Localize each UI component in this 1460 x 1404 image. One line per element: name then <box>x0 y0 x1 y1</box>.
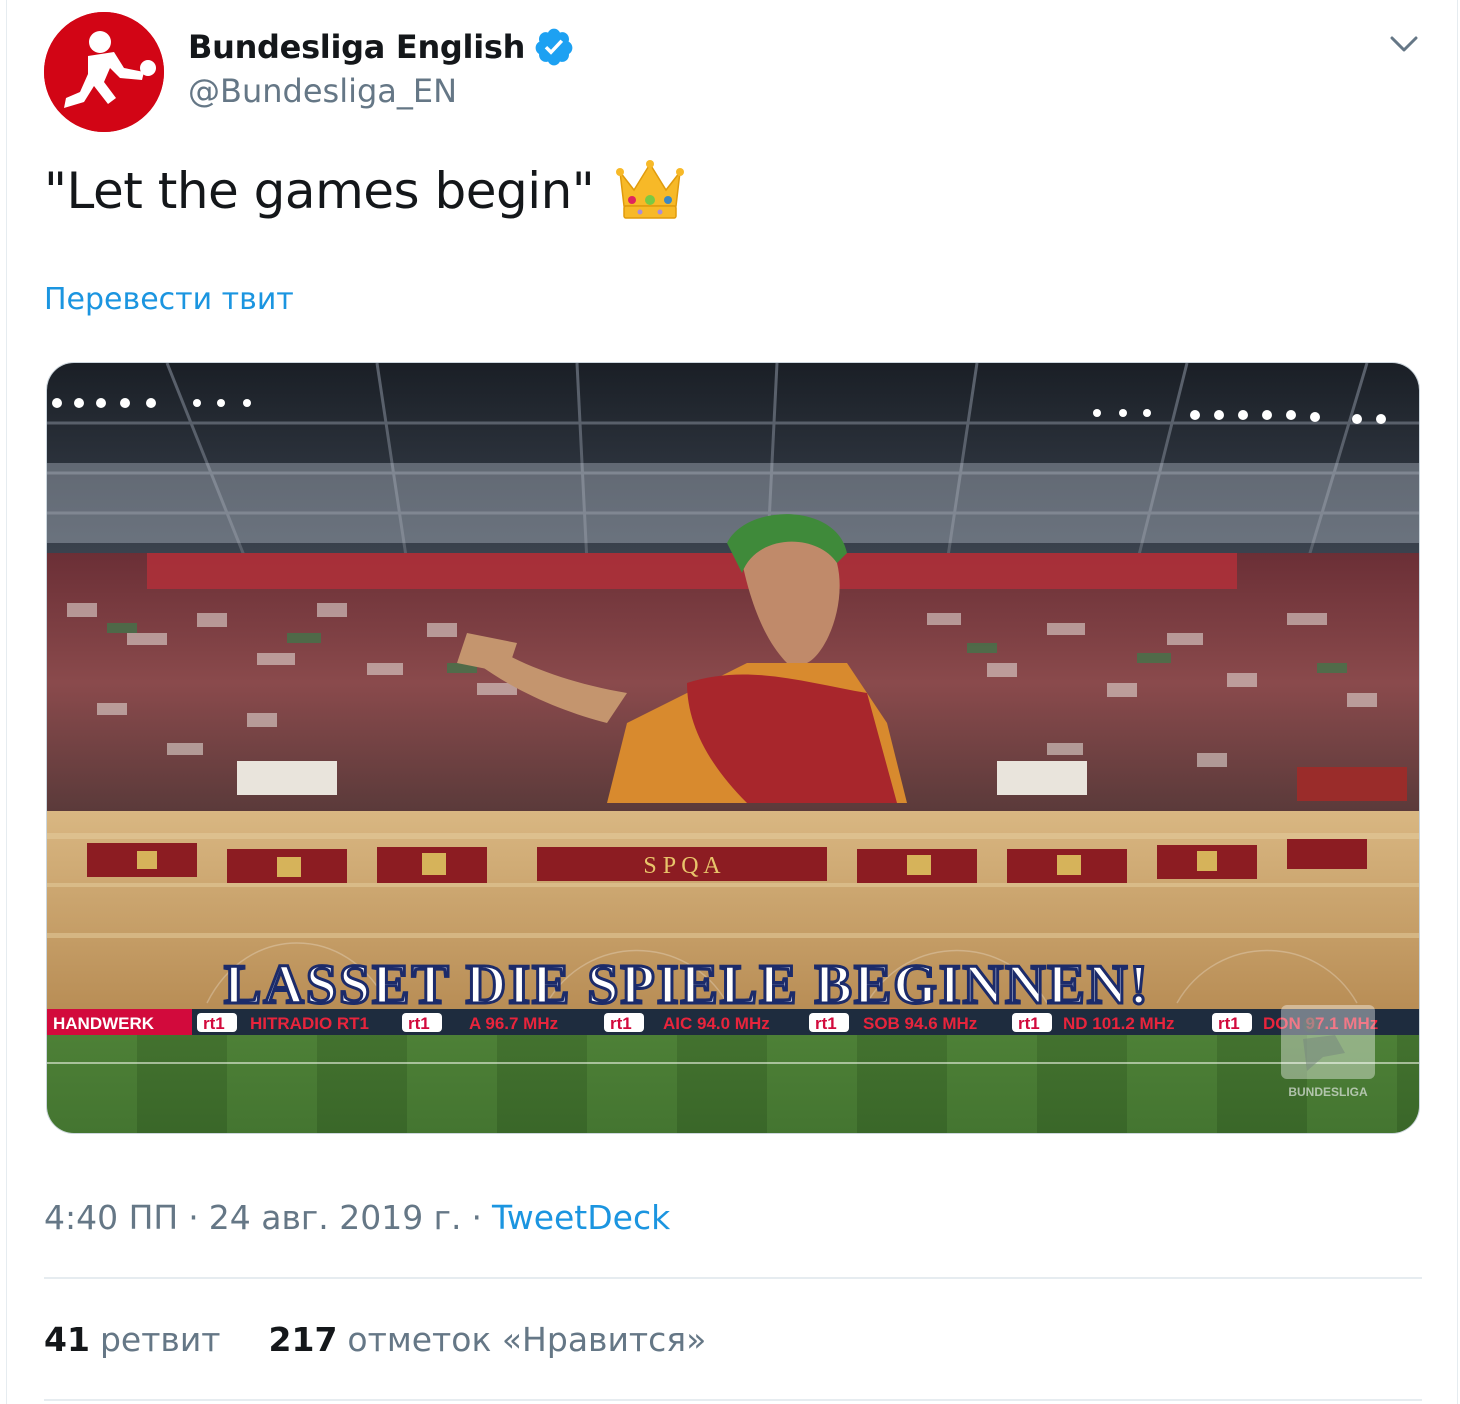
verified-badge-icon <box>535 28 573 66</box>
translate-tweet-link[interactable]: Перевести твит <box>44 282 294 317</box>
ad-frequency: ND 101.2 MHz <box>1063 1014 1174 1033</box>
tweet-source-link[interactable]: TweetDeck <box>492 1198 670 1237</box>
ad-hitradio: HITRADIO RT1 <box>250 1014 369 1033</box>
likes-stat[interactable]: 217 отметок «Нравится» <box>269 1320 707 1359</box>
ad-frequency: AIC 94.0 MHz <box>663 1014 770 1033</box>
likes-label: отметок «Нравится» <box>347 1320 707 1359</box>
ad-rt1-logo: rt1 <box>610 1014 632 1033</box>
ad-frequency: SOB 94.6 MHz <box>863 1014 977 1033</box>
retweets-count: 41 <box>44 1320 90 1359</box>
divider <box>44 1399 1422 1401</box>
ad-handwerk: HANDWERK <box>53 1014 155 1033</box>
ad-rt1-logo: rt1 <box>203 1014 225 1033</box>
bundesliga-logo-icon <box>44 12 164 132</box>
meta-separator: · <box>471 1198 483 1237</box>
tweet-photo[interactable]: S P Q A LASSET DIE SPIELE BEGINNEN! HAND… <box>46 362 1420 1134</box>
likes-count: 217 <box>268 1320 338 1359</box>
tweet-time[interactable]: 4:40 ПП <box>44 1198 178 1237</box>
ad-frequency: A 96.7 MHz <box>469 1014 558 1033</box>
bundesliga-watermark: BUNDESLIGA <box>1288 1085 1368 1099</box>
ad-rt1-logo: rt1 <box>1218 1014 1240 1033</box>
display-name[interactable]: Bundesliga English <box>188 28 525 66</box>
tweet-text: "Let the games begin" <box>44 162 595 220</box>
retweets-label: ретвит <box>99 1320 221 1359</box>
ad-rt1-logo: rt1 <box>815 1014 837 1033</box>
user-handle[interactable]: @Bundesliga_EN <box>188 72 457 110</box>
retweets-stat[interactable]: 41 ретвит <box>44 1320 221 1359</box>
spqa-plaque-text: S P Q A <box>643 853 721 879</box>
ad-rt1-logo: rt1 <box>1018 1014 1040 1033</box>
stadium-choreo-image: S P Q A LASSET DIE SPIELE BEGINNEN! HAND… <box>47 363 1419 1133</box>
banner-text: LASSET DIE SPIELE BEGINNEN! <box>224 954 1150 1016</box>
chevron-down-icon[interactable] <box>1384 28 1424 60</box>
ad-rt1-logo: rt1 <box>408 1014 430 1033</box>
meta-separator: · <box>188 1198 199 1237</box>
crown-emoji-icon <box>616 160 685 219</box>
divider <box>44 1277 1422 1279</box>
avatar[interactable] <box>44 12 164 132</box>
tweet-date[interactable]: 24 авг. 2019 г. <box>209 1198 462 1237</box>
